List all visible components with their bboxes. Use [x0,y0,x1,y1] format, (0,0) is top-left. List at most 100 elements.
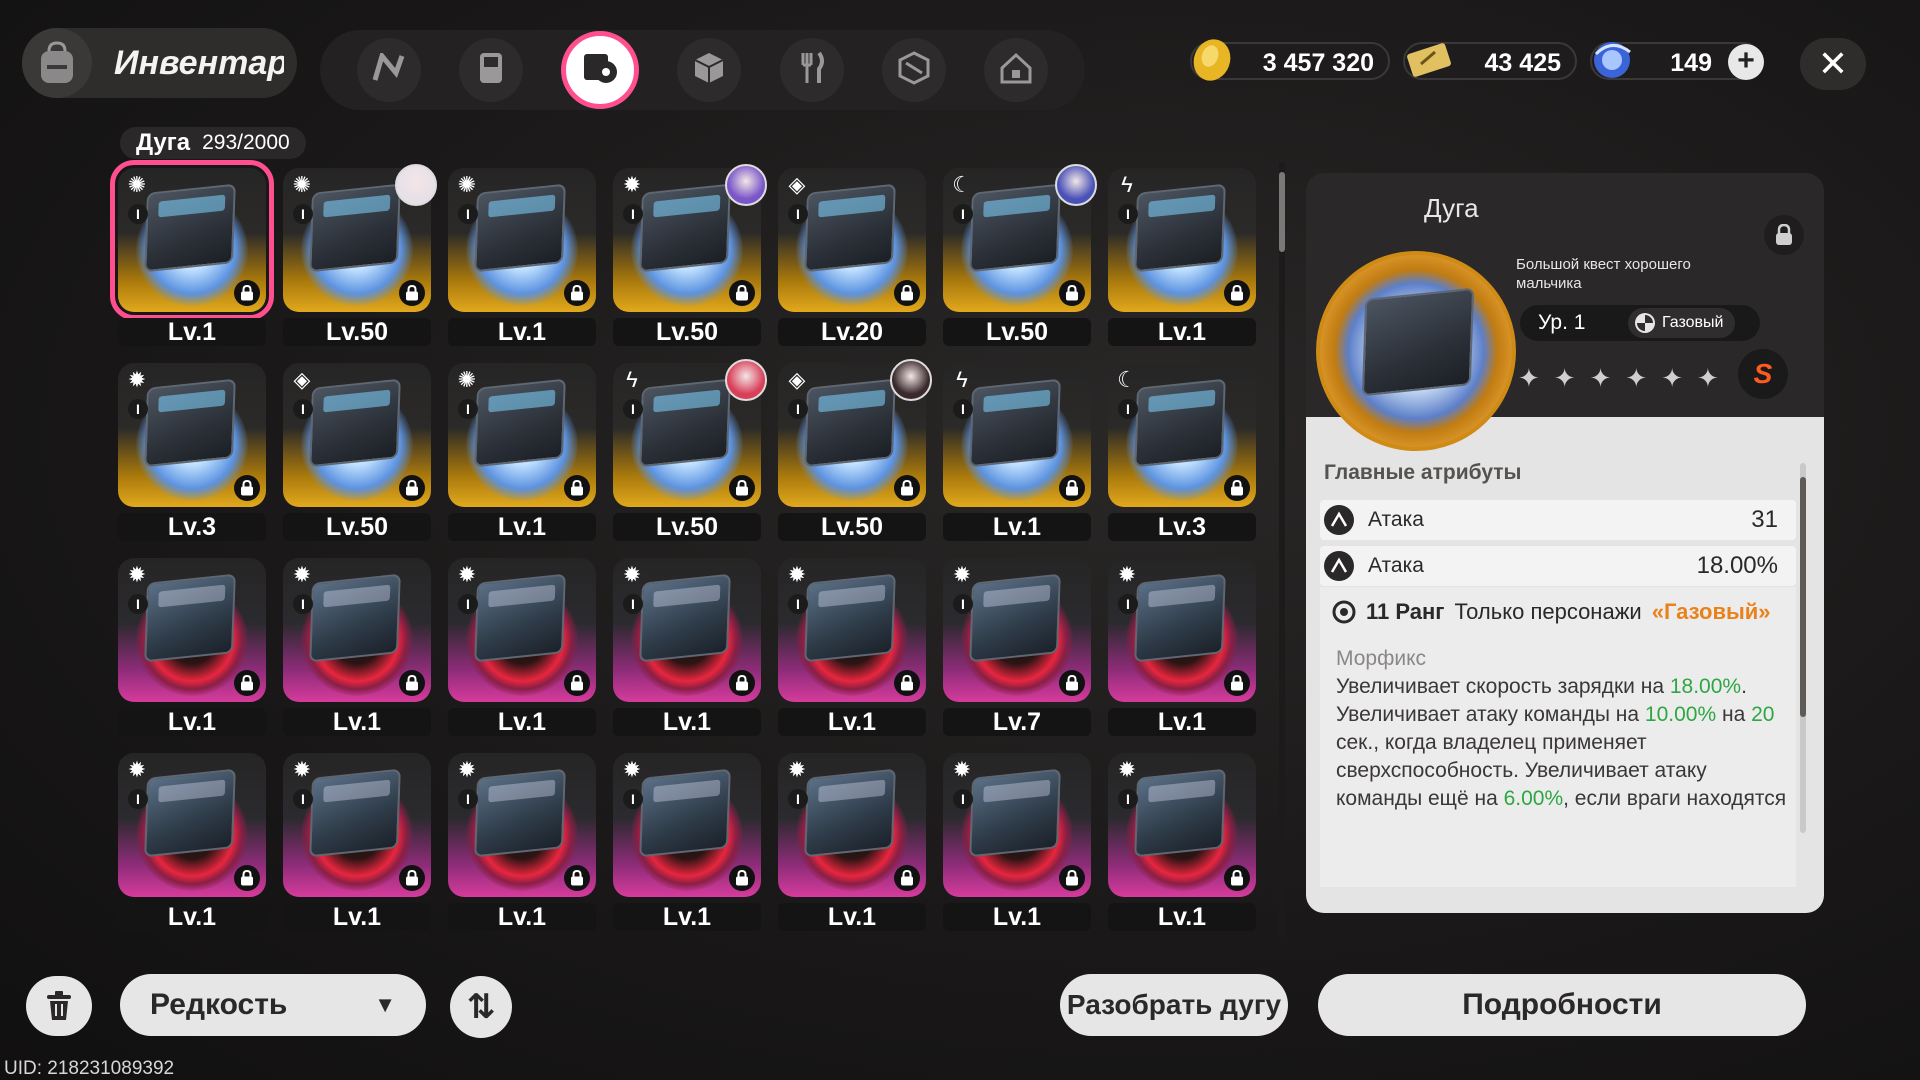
arc-item-slot[interactable]: ✹ I Lv.1 [1108,753,1256,931]
lock-icon[interactable] [1059,865,1085,891]
arc-item-card[interactable]: ✹ I [283,558,431,702]
arc-item-card[interactable]: ✺ I [448,363,596,507]
lock-icon[interactable] [234,865,260,891]
detail-scrollbar[interactable] [1800,463,1806,833]
lock-icon[interactable] [1224,670,1250,696]
arc-item-slot[interactable]: ✹ I Lv.1 [613,753,761,931]
dismantle-button[interactable]: Разобрать дугу [1060,974,1288,1036]
lock-icon[interactable] [729,865,755,891]
arc-item-card[interactable]: ✹ I [283,753,431,897]
lock-icon[interactable] [894,865,920,891]
arc-item-slot[interactable]: ✹ I Lv.1 [283,753,431,931]
arc-item-card[interactable]: ✹ I [1108,558,1256,702]
lock-icon[interactable] [234,670,260,696]
arc-item-slot[interactable]: ◈ I Lv.50 [778,359,932,541]
arc-item-slot[interactable]: ✺ I Lv.1 [448,363,596,541]
lock-icon[interactable] [564,670,590,696]
currency-gold[interactable]: 3 457 320 [1190,39,1390,81]
lock-icon[interactable] [1059,475,1085,501]
arc-item-card[interactable]: ✹ I [118,558,266,702]
lock-icon[interactable] [234,280,260,306]
tab-gameboy[interactable] [459,38,524,102]
arc-item-card[interactable]: ✹ I [118,363,266,507]
arc-item-card[interactable]: ✹ I [448,753,596,897]
arc-item-slot[interactable]: ✹ I Lv.1 [943,753,1091,931]
lock-icon[interactable] [234,475,260,501]
arc-item-slot[interactable]: ✺ I Lv.1 [110,160,274,346]
add-orb-button[interactable]: + [1728,44,1764,80]
arc-item-slot[interactable]: ✹ I Lv.1 [118,558,266,736]
currency-orb[interactable]: 149 + [1590,42,1764,80]
lock-icon[interactable] [1224,865,1250,891]
lock-icon[interactable] [399,670,425,696]
tab-cube[interactable] [677,38,742,102]
lock-icon[interactable] [1224,475,1250,501]
trash-button[interactable] [26,976,92,1036]
grid-scroll-thumb[interactable] [1279,172,1285,252]
tab-house[interactable] [983,38,1048,102]
lock-icon[interactable] [564,865,590,891]
arc-item-slot[interactable]: ✹ I Lv.1 [1108,558,1256,736]
arc-item-slot[interactable]: ✹ I Lv.50 [613,164,767,346]
arc-item-slot[interactable]: ✹ I Lv.1 [283,558,431,736]
tab-fork-knife[interactable] [779,38,844,102]
arc-item-card[interactable]: ✹ I [448,558,596,702]
lock-icon[interactable] [729,280,755,306]
arc-item-slot[interactable]: ✹ I Lv.1 [118,753,266,931]
arc-item-slot[interactable]: ϟ I Lv.1 [943,363,1091,541]
arc-item-slot[interactable]: ✹ I Lv.7 [943,558,1091,736]
arc-item-card[interactable]: ✺ I [110,160,274,320]
arc-item-card[interactable]: ϟI [1108,168,1256,312]
arc-item-card[interactable]: ☾ I [1108,363,1256,507]
detail-lock-button[interactable] [1764,215,1804,255]
tab-hex-box[interactable] [881,38,946,102]
lock-icon[interactable] [399,865,425,891]
arc-item-card[interactable]: ✹ I [613,558,761,702]
arc-item-slot[interactable]: ✹ I Lv.1 [448,753,596,931]
arc-item-card[interactable]: ✹ I [943,558,1091,702]
sort-order-button[interactable]: ⇅ [450,976,512,1038]
arc-item-slot[interactable]: ϟ I Lv.50 [613,359,767,541]
arc-item-slot[interactable]: ✹ I Lv.1 [778,558,926,736]
details-button[interactable]: Подробности [1318,974,1806,1036]
arc-item-slot[interactable]: ✺ I Lv.50 [283,164,437,346]
arc-item-card[interactable]: ✹ I [778,753,926,897]
arc-item-slot[interactable]: ☾ I Lv.50 [943,164,1097,346]
arc-item-card[interactable]: ◈ I [283,363,431,507]
arc-item-slot[interactable]: ϟ I Lv.1 [1108,168,1256,346]
tab-arc-disc[interactable] [561,31,640,109]
arc-item-slot[interactable]: ✹ I Lv.1 [778,753,926,931]
lock-icon[interactable] [399,280,425,306]
arc-item-slot[interactable]: ✹ I Lv.3 [118,363,266,541]
rarity-filter-dropdown[interactable]: Редкость ▼ [120,974,426,1036]
lock-icon[interactable] [729,475,755,501]
arc-item-slot[interactable]: ◈ I Lv.20 [778,168,926,346]
arc-item-slot[interactable]: ✹ I Lv.1 [613,558,761,736]
arc-item-card[interactable]: ✹ I [118,753,266,897]
lock-icon[interactable] [1224,280,1250,306]
lock-icon[interactable] [894,670,920,696]
arc-item-card[interactable]: ✺ I [448,168,596,312]
tab-n-logo[interactable] [357,38,422,102]
currency-ticket[interactable]: 43 425 [1403,42,1577,80]
lock-icon[interactable] [894,475,920,501]
arc-item-card[interactable]: ◈ I [778,168,926,312]
detail-scroll-thumb[interactable] [1800,477,1806,717]
arc-item-slot[interactable]: ☾ I Lv.3 [1108,363,1256,541]
lock-icon[interactable] [564,280,590,306]
lock-icon[interactable] [564,475,590,501]
arc-item-card[interactable]: ✹ I [943,753,1091,897]
arc-item-card[interactable]: ϟI [943,363,1091,507]
arc-item-slot[interactable]: ◈ I Lv.50 [283,363,431,541]
lock-icon[interactable] [1059,280,1085,306]
arc-item-slot[interactable]: ✹ I Lv.1 [448,558,596,736]
lock-icon[interactable] [399,475,425,501]
lock-icon[interactable] [1059,670,1085,696]
arc-item-card[interactable]: ✹ I [1108,753,1256,897]
lock-icon[interactable] [894,280,920,306]
arc-item-card[interactable]: ✹ I [613,753,761,897]
arc-item-slot[interactable]: ✺ I Lv.1 [448,168,596,346]
grid-scrollbar[interactable] [1279,162,1285,938]
lock-icon[interactable] [729,670,755,696]
arc-item-card[interactable]: ✹ I [778,558,926,702]
